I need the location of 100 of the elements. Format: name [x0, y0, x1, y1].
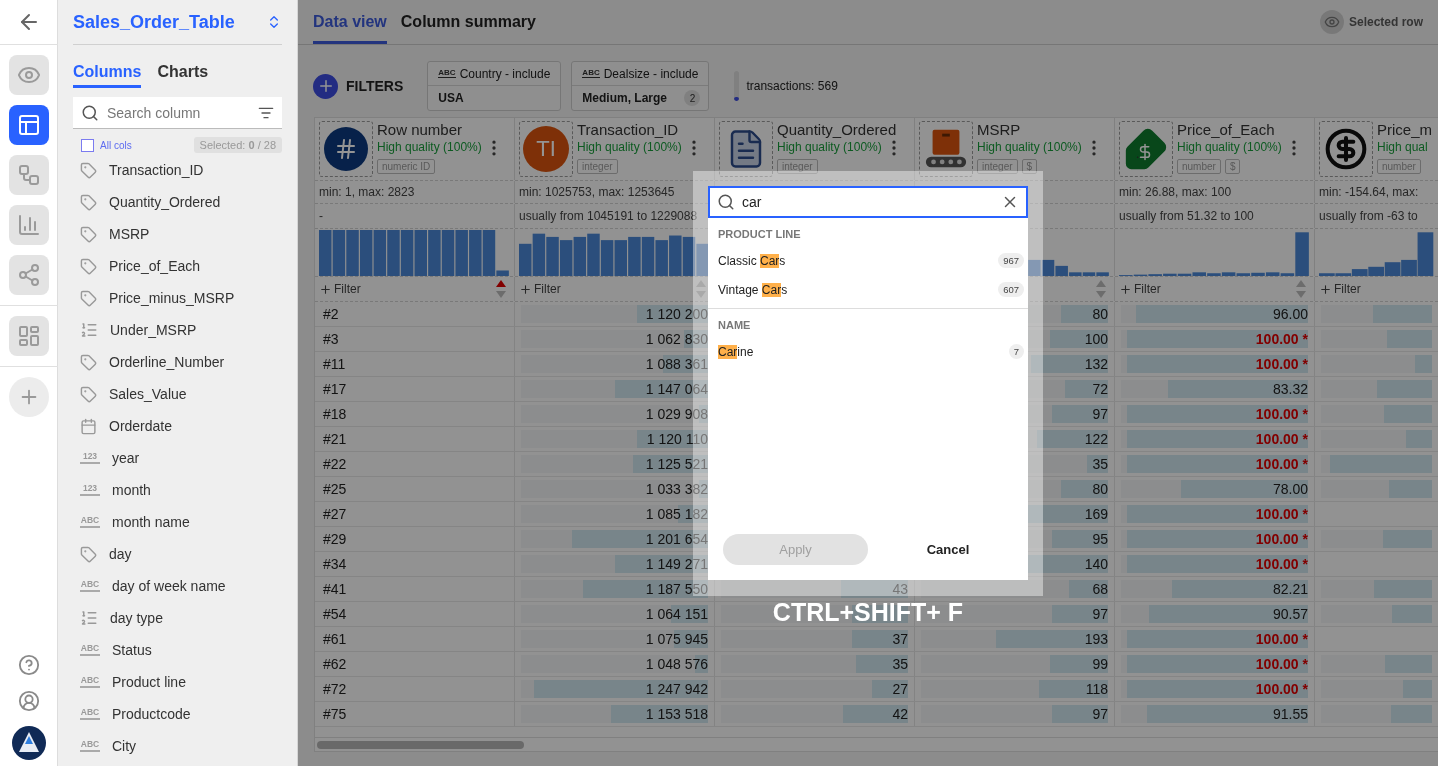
add-button[interactable] — [8, 377, 49, 417]
filter-chip[interactable]: ABC Dealsize - include Medium, Large 2 — [571, 61, 710, 111]
shortcut-hint: CTRL+SHIFT+ F — [772, 598, 964, 627]
quality-label: High quality (100%) — [777, 140, 882, 155]
cell-value: #2 — [323, 306, 339, 322]
data-type-label: ABC — [80, 516, 100, 528]
cell-value: 100.00 * — [1255, 356, 1308, 372]
plus-icon — [319, 282, 332, 296]
cell-value: 1 147 064 — [645, 381, 708, 397]
filter-button[interactable]: Filter — [319, 282, 361, 296]
cell-value: 118 — [1085, 681, 1108, 697]
cell-value: 99 — [1092, 656, 1108, 672]
logo-icon[interactable] — [11, 726, 46, 760]
network-icon[interactable] — [8, 255, 49, 295]
search-result[interactable]: Carine — [718, 343, 754, 360]
view-tab[interactable]: Column summary — [400, 13, 536, 44]
column-list-item[interactable]: month name — [112, 514, 190, 530]
count-badge: 7 — [1008, 344, 1024, 359]
column-list-item[interactable]: day of week name — [112, 578, 226, 594]
column-list-item[interactable]: year — [112, 450, 140, 466]
column-list-item[interactable]: MSRP — [109, 226, 150, 242]
cell-value: 90.57 — [1272, 606, 1308, 622]
column-list-item[interactable]: Transaction_ID — [109, 162, 204, 178]
cell-value: 83.32 — [1272, 381, 1308, 397]
column-list-item[interactable]: day type — [110, 610, 163, 626]
cell-value: 35 — [892, 656, 908, 672]
range-text: usually from -63 to — [1319, 209, 1418, 223]
range-text: usually from 1045191 to 1229088 — [519, 209, 698, 223]
count-badge: 2 — [684, 90, 701, 106]
dashboard-icon[interactable] — [8, 316, 49, 356]
filter-button[interactable]: Filter — [519, 282, 561, 296]
cell-value: 100.00 * — [1255, 506, 1308, 522]
column-list-item[interactable]: City — [112, 738, 137, 754]
data-type-label: ABC — [80, 740, 100, 752]
cell-value: 1 075 945 — [645, 631, 708, 647]
filter-icon[interactable] — [258, 105, 274, 121]
tag-icon — [80, 545, 97, 563]
table-layout-icon[interactable] — [8, 105, 49, 145]
tag-icon — [80, 193, 97, 211]
cell-value: #3 — [323, 331, 339, 347]
tag-icon — [80, 257, 97, 275]
filter-value: USA — [438, 91, 464, 105]
column-list-item[interactable]: Price_of_Each — [109, 258, 201, 274]
checkbox[interactable] — [81, 138, 94, 152]
column-list-item[interactable]: Status — [112, 642, 152, 658]
column-list-item[interactable]: month — [112, 482, 151, 498]
eye-icon[interactable] — [8, 55, 49, 95]
column-list-item[interactable]: Orderline_Number — [109, 354, 225, 370]
quality-label: High qual — [1377, 140, 1428, 155]
eye-icon — [1323, 14, 1340, 30]
cancel-button[interactable]: Cancel — [883, 534, 1013, 565]
cell-value: 97 — [1092, 606, 1108, 622]
bar-chart-icon[interactable] — [8, 205, 49, 245]
column-title: Transaction_ID — [577, 121, 680, 139]
count-badge: 607 — [998, 282, 1024, 297]
cell-value: 43 — [892, 581, 908, 597]
filter-chip[interactable]: ABC Country - include USA — [427, 61, 562, 111]
cell-value: #54 — [323, 606, 347, 622]
sidebar-tab[interactable]: Charts — [157, 61, 209, 88]
price-tag-icon — [1119, 121, 1173, 177]
quality-label: High quality (100%) — [1177, 140, 1282, 155]
cell-value: 1 062 830 — [645, 331, 708, 347]
quality-label: High quality (100%) — [377, 140, 482, 155]
column-title: MSRP — [977, 121, 1022, 139]
add-filter-button[interactable] — [313, 73, 338, 99]
column-list-item[interactable]: Product line — [112, 674, 186, 690]
min-max-text: min: 26.88, max: 100 — [1119, 185, 1232, 199]
cell-value: 100.00 * — [1255, 531, 1308, 547]
column-list-item[interactable]: Sales_Value — [109, 386, 187, 402]
column-list-item[interactable]: Quantity_Ordered — [109, 194, 221, 210]
data-type-label: ABC — [582, 69, 600, 78]
cell-value: #34 — [323, 556, 347, 572]
column-list-item[interactable]: Orderdate — [109, 418, 173, 434]
selected-row-button[interactable]: Selected row — [1319, 10, 1423, 34]
flow-icon[interactable] — [8, 155, 49, 195]
type-tag: $ — [1224, 159, 1241, 174]
min-max-text: min: 1025753, max: 1253645 — [519, 185, 675, 199]
user-icon[interactable] — [17, 690, 40, 712]
column-list-item[interactable]: Price_minus_MSRP — [109, 290, 235, 306]
filter-button[interactable]: Filter — [1319, 282, 1361, 296]
horizontal-scrollbar[interactable] — [315, 737, 1438, 751]
data-type-label: ABC — [438, 69, 456, 78]
cell-value: 132 — [1084, 356, 1108, 372]
data-type-label: ABC — [80, 644, 100, 656]
cell-value: 68 — [1092, 581, 1108, 597]
checkbox-label[interactable]: All cols — [100, 139, 132, 151]
help-icon[interactable] — [17, 654, 40, 676]
column-list-item[interactable]: Productcode — [112, 706, 191, 722]
column-list-item[interactable]: day — [109, 546, 132, 562]
conveyor-box-icon — [919, 121, 973, 177]
search-field[interactable]: car — [708, 186, 1028, 218]
filters-label: FILTERS — [346, 78, 404, 94]
sidebar-tab[interactable]: Columns — [73, 61, 142, 88]
cell-value: 1 085 182 — [645, 506, 708, 522]
column-list-item[interactable]: Under_MSRP — [110, 322, 197, 338]
filter-button[interactable]: Filter — [1119, 282, 1161, 296]
search-field[interactable]: Search column — [73, 97, 282, 129]
type-tag: $ — [1021, 159, 1038, 174]
data-type-label: ABC — [80, 708, 100, 720]
sort-icon[interactable] — [496, 280, 506, 298]
